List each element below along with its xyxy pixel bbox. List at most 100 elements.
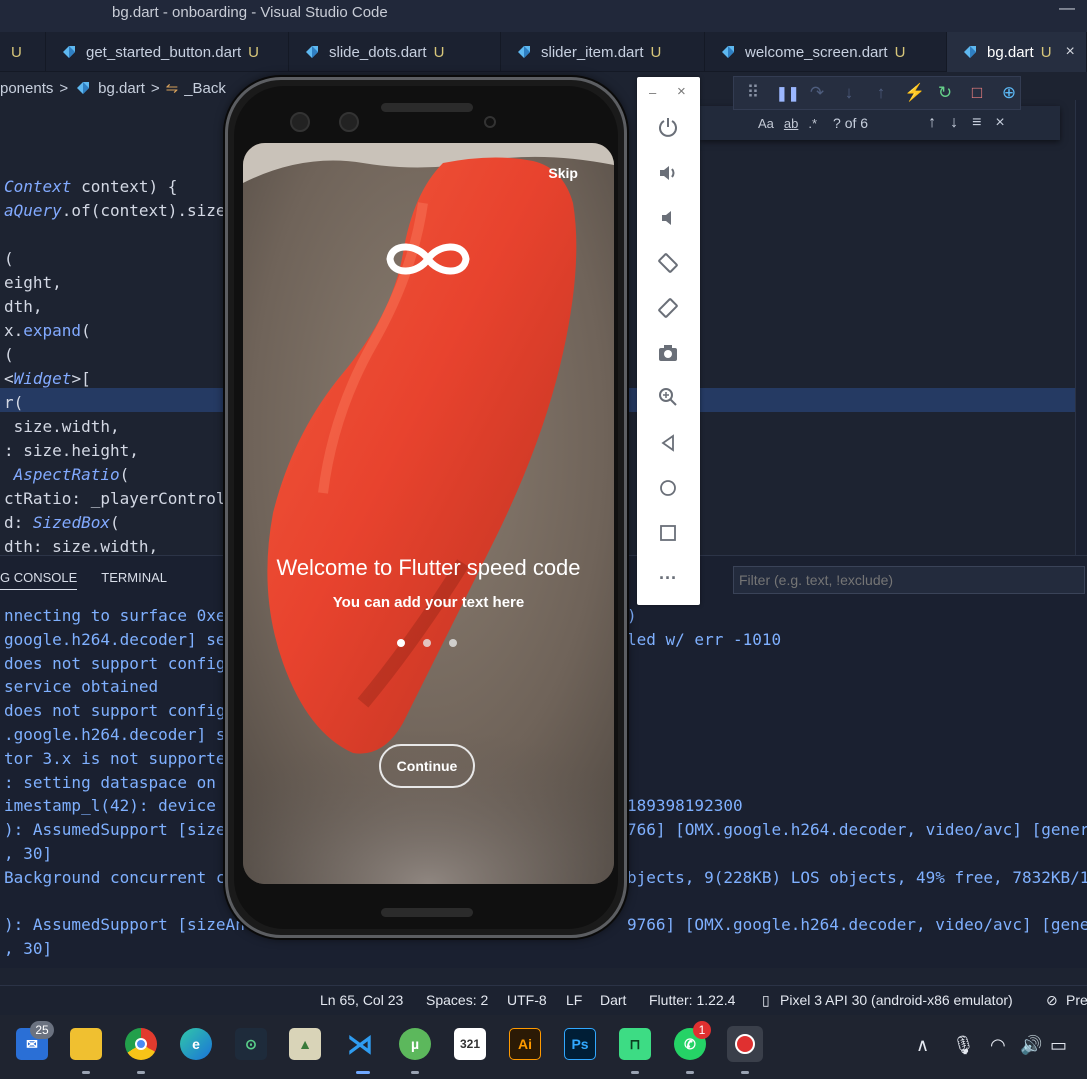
pause-icon[interactable]: ❚❚ xyxy=(776,85,799,102)
app-screen[interactable]: Skip Welcome to Flutter speed code You c… xyxy=(243,143,614,884)
recorder-icon[interactable] xyxy=(727,1026,763,1062)
utorrent-icon[interactable]: µ xyxy=(399,1028,431,1060)
rotate-left-icon[interactable] xyxy=(656,251,680,275)
android-studio-icon[interactable]: ⊓ xyxy=(619,1028,651,1060)
microphone-icon[interactable]: 🎙 xyxy=(952,1035,975,1056)
console-line: Background concurrent c bjects, 9(228KB) … xyxy=(4,866,1087,890)
console-line: .google.h264.decoder] s xyxy=(4,723,245,747)
page-dot[interactable] xyxy=(423,639,431,647)
console-line: : setting dataspace on xyxy=(4,771,245,795)
code-text: r( xyxy=(4,393,24,412)
running-indicator xyxy=(631,1071,639,1074)
volume-icon[interactable]: 🔊 xyxy=(1020,1035,1042,1056)
console-text: ): AssumedSupport [size xyxy=(4,820,226,840)
regex-toggle[interactable]: .* xyxy=(808,116,817,131)
illustrator-icon[interactable]: Ai xyxy=(509,1028,541,1060)
bottom-speaker xyxy=(381,908,473,917)
next-match-button[interactable]: ↓ xyxy=(950,114,958,132)
tab-bg[interactable]: bg.dart U × xyxy=(947,32,1087,72)
code-text: ctRatio: _playerControl xyxy=(4,489,226,508)
drag-handle-icon[interactable]: ⠿ xyxy=(744,83,762,103)
step-out-icon[interactable]: ↑ xyxy=(872,83,890,103)
end-of-line[interactable]: LF xyxy=(566,992,582,1008)
breadcrumb-folder[interactable]: ponents xyxy=(0,80,53,97)
code-text: >[ xyxy=(71,369,91,388)
power-icon[interactable] xyxy=(656,115,680,139)
device-selector[interactable]: Pixel 3 API 30 (android-x86 emulator) xyxy=(780,992,1013,1008)
chrome-icon[interactable] xyxy=(125,1028,157,1060)
calendar-icon[interactable]: 321 xyxy=(454,1028,486,1060)
tab-close-icon[interactable]: × xyxy=(1066,43,1075,61)
edge-icon[interactable]: e xyxy=(180,1028,212,1060)
tab-terminal[interactable]: TERMINAL xyxy=(101,570,167,590)
match-word-toggle[interactable]: ab xyxy=(784,116,798,131)
emulator-close-button[interactable]: × xyxy=(677,83,686,100)
skip-button[interactable]: Skip xyxy=(548,165,578,181)
console-text: ): AssumedSupport [sizeAn xyxy=(4,915,245,935)
tray-overflow-icon[interactable]: ∧ xyxy=(916,1035,929,1056)
close-find-button[interactable]: × xyxy=(995,114,1004,132)
tab-partial[interactable]: U xyxy=(0,32,46,72)
prettier-status[interactable]: Pre xyxy=(1066,992,1087,1008)
page-dot-active[interactable] xyxy=(397,639,405,647)
code-line: dth, xyxy=(4,295,226,319)
overview-icon[interactable] xyxy=(656,521,680,545)
hot-reload-icon[interactable]: ⚡ xyxy=(904,83,925,103)
breadcrumb-file[interactable]: bg.dart xyxy=(98,80,145,97)
tab-debug-console[interactable]: G CONSOLE xyxy=(0,570,78,590)
step-over-icon[interactable]: ↷ xyxy=(808,83,826,103)
dart-file-icon xyxy=(306,46,318,58)
code-line: aQuery.of(context).size xyxy=(4,199,226,223)
file-explorer-icon[interactable] xyxy=(70,1028,102,1060)
console-text: bjects, 9(228KB) LOS objects, 49% free, … xyxy=(627,867,1087,887)
breadcrumb-symbol[interactable]: _Back xyxy=(184,80,226,97)
volume-up-icon[interactable] xyxy=(656,161,680,185)
symbol-class-icon: ⇋ xyxy=(165,80,179,97)
find-in-selection-button[interactable]: ≡ xyxy=(972,114,981,132)
page-dot[interactable] xyxy=(449,639,457,647)
photos-icon[interactable]: ▲ xyxy=(289,1028,321,1060)
editor-scrollbar[interactable] xyxy=(1075,100,1087,555)
match-case-toggle[interactable]: Aa xyxy=(758,116,774,131)
maps-icon[interactable]: ⊙ xyxy=(235,1028,267,1060)
vs-code-icon[interactable]: ⋊ xyxy=(344,1028,376,1060)
volume-down-icon[interactable] xyxy=(656,206,680,230)
home-icon[interactable] xyxy=(656,476,680,500)
dart-file-icon xyxy=(63,46,75,58)
wifi-icon[interactable]: ◠ xyxy=(990,1035,1006,1056)
continue-button[interactable]: Continue xyxy=(379,744,475,788)
back-icon[interactable] xyxy=(656,431,680,455)
top-speaker xyxy=(381,103,473,112)
encoding[interactable]: UTF-8 xyxy=(507,992,547,1008)
code-text: eight, xyxy=(4,273,62,292)
flutter-version[interactable]: Flutter: 1.22.4 xyxy=(649,992,735,1008)
minimize-button[interactable]: — xyxy=(1059,0,1075,18)
rotate-right-icon[interactable] xyxy=(656,296,680,320)
device-icon: ▯ xyxy=(762,992,770,1008)
emulator-minimize-button[interactable]: – xyxy=(649,85,656,100)
tab-welcome-screen[interactable]: welcome_screen.dart U xyxy=(705,32,947,72)
previous-match-button[interactable]: ↑ xyxy=(928,114,936,132)
cursor-position[interactable]: Ln 65, Col 23 xyxy=(320,992,403,1008)
more-icon[interactable]: ··· xyxy=(656,566,680,590)
running-indicator xyxy=(356,1071,370,1074)
console-line: imestamp_l(42): device 189398192300 xyxy=(4,794,743,818)
console-line: ): AssumedSupport [sizeAn 9766] [OMX.goog… xyxy=(4,913,1087,937)
zoom-icon[interactable] xyxy=(656,385,680,409)
language-mode[interactable]: Dart xyxy=(600,992,626,1008)
camera-icon[interactable] xyxy=(656,341,680,365)
stop-icon[interactable]: □ xyxy=(968,83,986,103)
tab-get-started-button[interactable]: get_started_button.dart U xyxy=(46,32,289,72)
step-into-icon[interactable]: ↓ xyxy=(840,83,858,103)
code-text: : size.height, xyxy=(4,441,139,460)
tab-slider-item[interactable]: slider_item.dart U xyxy=(501,32,705,72)
tab-label: bg.dart xyxy=(987,43,1034,61)
battery-icon[interactable]: ▭ xyxy=(1050,1035,1067,1056)
tab-label: welcome_screen.dart xyxy=(745,43,888,61)
tab-slide-dots[interactable]: slide_dots.dart U xyxy=(289,32,501,72)
console-filter-input[interactable] xyxy=(733,566,1085,594)
indentation[interactable]: Spaces: 2 xyxy=(426,992,488,1008)
devtools-icon[interactable]: ⊕ xyxy=(1000,83,1018,103)
restart-icon[interactable]: ↻ xyxy=(936,83,954,103)
photoshop-icon[interactable]: Ps xyxy=(564,1028,596,1060)
